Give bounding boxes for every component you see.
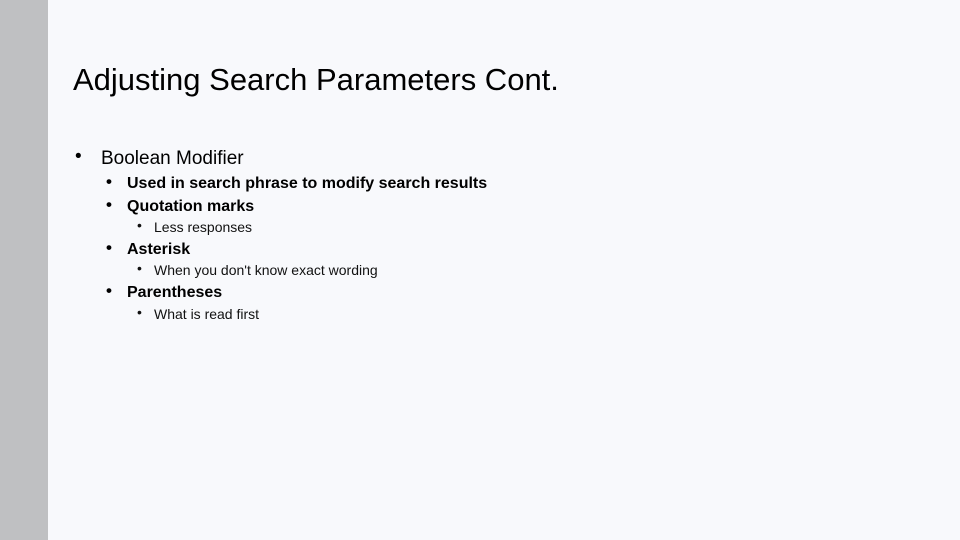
bullet-item-boolean-modifier: • Boolean Modifier [75,146,244,170]
bullet-icon: • [137,304,142,320]
bullet-icon: • [137,217,142,233]
bullet-item-parentheses: • Parentheses [106,281,223,303]
bullet-icon: • [75,146,82,167]
bullet-item-asterisk: • Asterisk [106,238,191,260]
slide-sidebar-bar [0,0,48,540]
bullet-icon: • [137,260,142,276]
bullet-text: Less responses [154,219,253,235]
slide-title: Adjusting Search Parameters Cont. [73,62,559,97]
bullet-icon: • [106,238,112,257]
bullet-icon: • [106,172,112,191]
bullet-item-less-responses: • Less responses [137,217,253,236]
bullet-item-used-in-search: • Used in search phrase to modify search… [106,172,488,194]
bullet-text: What is read first [154,306,260,322]
bullet-item-unknown-wording: • When you don't know exact wording [137,260,378,279]
bullet-text: Quotation marks [127,198,255,215]
bullet-item-quotation-marks: • Quotation marks [106,195,255,217]
bullet-text: Used in search phrase to modify search r… [127,175,488,192]
bullet-item-read-first: • What is read first [137,304,260,323]
bullet-icon: • [106,195,112,214]
bullet-icon: • [106,281,112,300]
bullet-text: When you don't know exact wording [154,262,378,278]
bullet-text: Boolean Modifier [101,148,244,169]
bullet-text: Parentheses [127,284,223,301]
bullet-text: Asterisk [127,241,191,258]
